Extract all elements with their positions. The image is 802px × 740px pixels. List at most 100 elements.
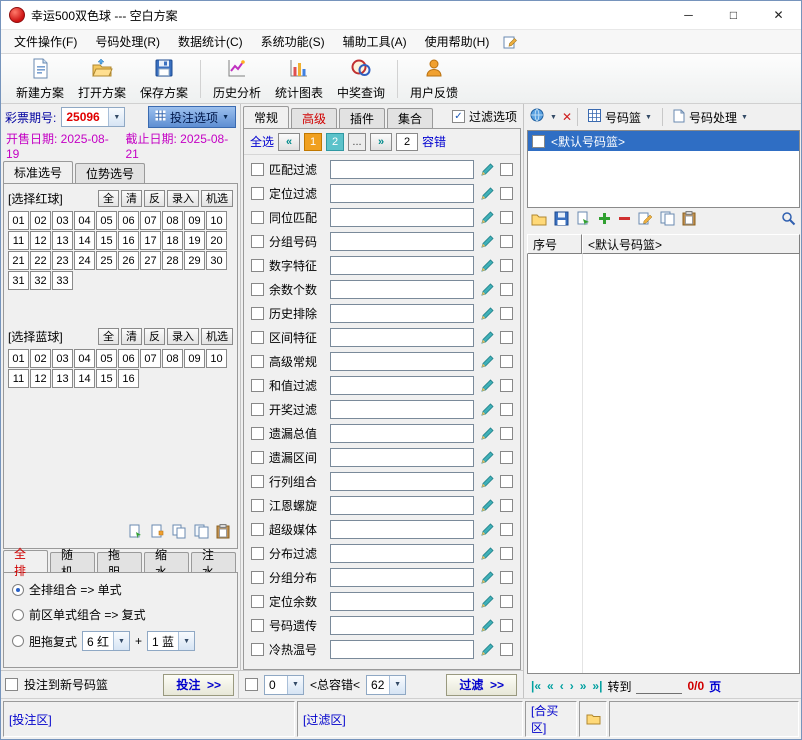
red-ball[interactable]: 12 [30, 231, 51, 250]
red-ball[interactable]: 25 [96, 251, 117, 270]
open-folder-icon[interactable] [531, 212, 547, 231]
next-page-button[interactable]: » [370, 133, 392, 151]
tab-full-combination[interactable]: 全排 [3, 550, 48, 572]
pager-button[interactable]: »| [592, 679, 602, 693]
edit-pencil-icon[interactable] [479, 521, 495, 537]
filter-value-input[interactable] [330, 496, 474, 515]
compose-icon[interactable] [502, 34, 518, 50]
single-combination-radio[interactable] [12, 609, 24, 621]
more-pages-button[interactable]: ... [348, 133, 366, 151]
filter-enable-checkbox[interactable] [251, 355, 264, 368]
filter-reverse-checkbox[interactable] [500, 595, 513, 608]
edit-pencil-icon[interactable] [479, 401, 495, 417]
filter-enable-checkbox[interactable] [251, 163, 264, 176]
dan-blue-arrow[interactable]: ▼ [178, 632, 194, 650]
tab-water[interactable]: 注水 [191, 552, 236, 572]
filter-reverse-checkbox[interactable] [500, 475, 513, 488]
import-numbers-icon[interactable] [150, 524, 165, 544]
filter-reverse-checkbox[interactable] [500, 547, 513, 560]
edit-pencil-icon[interactable] [479, 209, 495, 225]
filter-enable-checkbox[interactable] [251, 619, 264, 632]
red-ball[interactable]: 30 [206, 251, 227, 270]
save-plan-button[interactable]: 保存方案 [133, 56, 195, 102]
filter-value-input[interactable] [330, 400, 474, 419]
filter-value-input[interactable] [330, 328, 474, 347]
filter-value-input[interactable] [330, 616, 474, 635]
red-ball[interactable]: 10 [206, 211, 227, 230]
filter-value-input[interactable] [330, 448, 474, 467]
filter-reverse-checkbox[interactable] [500, 403, 513, 416]
blue-ball[interactable]: 01 [8, 349, 29, 368]
save-icon[interactable] [554, 211, 569, 231]
filter-value-input[interactable] [330, 352, 474, 371]
blue-ball[interactable]: 14 [74, 369, 95, 388]
filter-value-input[interactable] [330, 232, 474, 251]
filter-enable-checkbox[interactable] [251, 571, 264, 584]
delete-basket-icon[interactable]: ✕ [562, 110, 572, 124]
red-ball-tool-button[interactable]: 清 [121, 190, 142, 207]
edit-pencil-icon[interactable] [479, 257, 495, 273]
status-folder-icon[interactable] [579, 701, 607, 737]
edit-pencil-icon[interactable] [479, 497, 495, 513]
export-icon[interactable] [576, 211, 591, 231]
edit-pencil-icon[interactable] [479, 329, 495, 345]
red-ball[interactable]: 22 [30, 251, 51, 270]
menu-item[interactable]: 数据统计(C) [169, 30, 252, 53]
refresh-dropdown-arrow[interactable]: ▼ [550, 114, 557, 121]
blue-ball[interactable]: 02 [30, 349, 51, 368]
basket-list-item-selected[interactable]: <默认号码篮> [528, 131, 799, 151]
edit-pencil-icon[interactable] [479, 569, 495, 585]
filter-enable-checkbox[interactable] [251, 235, 264, 248]
blue-ball-tool-button[interactable]: 机选 [201, 328, 233, 345]
min-tolerance-select[interactable]: 0 ▼ [264, 675, 304, 695]
issue-select[interactable]: 25096 ▼ [61, 107, 125, 127]
red-ball[interactable]: 01 [8, 211, 29, 230]
blue-ball[interactable]: 06 [118, 349, 139, 368]
red-ball[interactable]: 24 [74, 251, 95, 270]
red-ball[interactable]: 28 [162, 251, 183, 270]
filter-enable-checkbox[interactable] [251, 475, 264, 488]
export-numbers-icon[interactable] [128, 524, 143, 544]
filter-enable-checkbox[interactable] [251, 547, 264, 560]
edit-pencil-icon[interactable] [479, 185, 495, 201]
max-tolerance-select[interactable]: 62 ▼ [366, 675, 406, 695]
filter-enable-checkbox[interactable] [251, 403, 264, 416]
red-ball[interactable]: 26 [118, 251, 139, 270]
filter-value-input[interactable] [330, 592, 474, 611]
filter-enable-checkbox[interactable] [251, 643, 264, 656]
edit-pencil-icon[interactable] [479, 641, 495, 657]
filter-reverse-checkbox[interactable] [500, 283, 513, 296]
menu-item[interactable]: 文件操作(F) [5, 30, 86, 53]
duplicate-pages-icon[interactable] [172, 524, 187, 544]
refresh-icon[interactable] [529, 107, 545, 128]
red-ball-tool-button[interactable]: 反 [144, 190, 165, 207]
filter-enable-checkbox[interactable] [251, 211, 264, 224]
new-plan-button[interactable]: 新建方案 [9, 56, 71, 102]
pager-button[interactable]: |« [531, 679, 541, 693]
copy-icon[interactable] [194, 524, 209, 544]
issue-dropdown-arrow[interactable]: ▼ [108, 108, 124, 126]
stats-chart-button[interactable]: 统计图表 [268, 56, 330, 102]
tab-shrink[interactable]: 缩水 [144, 552, 189, 572]
tolerance-value-box[interactable]: 2 [396, 133, 418, 151]
blue-ball[interactable]: 12 [30, 369, 51, 388]
red-ball[interactable]: 16 [118, 231, 139, 250]
menu-item[interactable]: 辅助工具(A) [334, 30, 416, 53]
filter-enable-checkbox[interactable] [251, 379, 264, 392]
filter-reverse-checkbox[interactable] [500, 571, 513, 584]
minimize-button[interactable]: ─ [666, 1, 711, 29]
tab-set-filters[interactable]: 集合 [387, 108, 433, 128]
red-ball-tool-button[interactable]: 机选 [201, 190, 233, 207]
blue-ball-tool-button[interactable]: 录入 [167, 328, 199, 345]
tab-standard-selection[interactable]: 标准选号 [3, 161, 73, 183]
max-tolerance-arrow[interactable]: ▼ [389, 676, 405, 694]
filter-reverse-checkbox[interactable] [500, 163, 513, 176]
red-ball[interactable]: 05 [96, 211, 117, 230]
basket-menu-button[interactable]: 号码篮 ▼ [583, 107, 657, 127]
red-ball[interactable]: 15 [96, 231, 117, 250]
filter-enable-checkbox[interactable] [251, 259, 264, 272]
filter-value-input[interactable] [330, 472, 474, 491]
close-button[interactable]: ✕ [756, 1, 801, 29]
red-ball[interactable]: 11 [8, 231, 29, 250]
red-ball[interactable]: 03 [52, 211, 73, 230]
